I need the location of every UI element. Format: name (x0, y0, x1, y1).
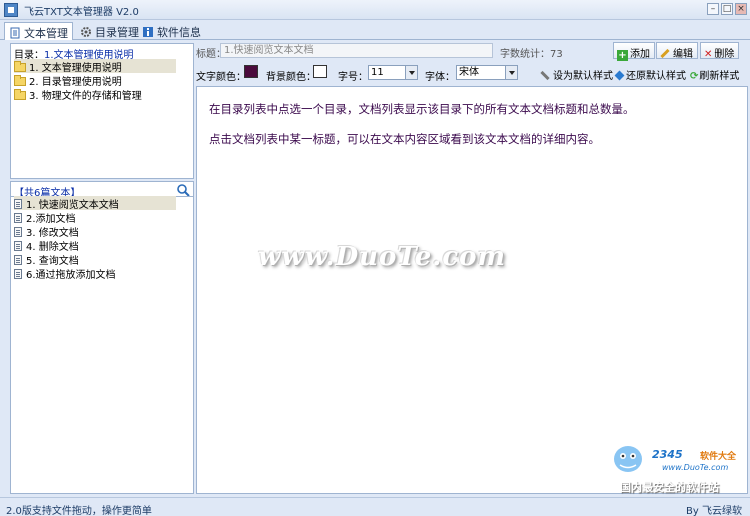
directory-item-label: 3. 物理文件的存储和管理 (29, 91, 142, 102)
bg-color-swatch[interactable] (313, 65, 327, 78)
duote-watermark: www.DuoTe.com (258, 242, 507, 272)
folder-icon (14, 89, 26, 100)
tab-text-management[interactable]: 文本管理 (4, 22, 73, 40)
font-size-select[interactable]: 11 (368, 65, 418, 80)
font-face-select[interactable]: 宋体 (456, 65, 518, 80)
edit-button[interactable]: 编辑 (656, 42, 698, 60)
restore-default-style-button[interactable]: 还原默认样式 (612, 64, 691, 82)
add-button[interactable]: + 添加 (613, 42, 655, 61)
add-label: 添加 (630, 49, 650, 60)
document-item[interactable]: 5. 查询文档 (14, 252, 79, 267)
text-color-label: 文字颜色： (196, 72, 246, 83)
wrench-icon (540, 70, 550, 81)
word-count: 字数统计：73 (500, 45, 563, 60)
text-file-icon (14, 241, 22, 251)
refresh-style-button[interactable]: ⟳刷新样式 (686, 64, 744, 82)
document-item[interactable]: 2.添加文档 (14, 210, 76, 225)
document-list-panel: 【共6篇文本】 1. 快速阅览文本文档 2.添加文档 3. 修改文档 4. 删除… (10, 181, 194, 494)
document-item[interactable]: 4. 删除文档 (14, 238, 79, 253)
text-content-area[interactable]: 在目录列表中点选一个目录，文档列表显示该目录下的所有文本文档标题和总数量。 点击… (196, 86, 748, 494)
text-file-icon (14, 255, 22, 265)
title-field[interactable]: 1.快速阅览文本文档 (220, 43, 493, 58)
diamond-icon (614, 70, 625, 81)
status-message: 2.0版支持文件拖动，操作更简单 (6, 506, 152, 516)
info-icon (143, 27, 153, 37)
delete-label: 删除 (714, 49, 735, 60)
document-item-label: 6.通过拖放添加文档 (26, 270, 116, 281)
search-icon[interactable] (176, 183, 190, 197)
directory-item[interactable]: 1. 文本管理使用说明 (14, 59, 176, 74)
text-file-icon (14, 227, 22, 237)
chevron-down-icon (405, 66, 417, 79)
refresh-icon: ⟳ (690, 71, 699, 82)
tab-software-info[interactable]: 软件信息 (138, 22, 205, 40)
content-paragraph: 点击文档列表中某一标题，可以在文本内容区域看到该文本文档的详细内容。 (209, 132, 600, 146)
tab-label: 目录管理 (95, 26, 139, 39)
pencil-icon (660, 48, 670, 59)
brand-number: 2345 (652, 448, 683, 461)
word-count-value: 73 (550, 49, 563, 60)
chevron-down-icon (505, 66, 517, 79)
content-paragraph: 在目录列表中点选一个目录，文档列表显示该目录下的所有文本文档标题和总数量。 (209, 102, 635, 116)
tab-directory-management[interactable]: 目录管理 (76, 22, 143, 40)
tab-label: 文本管理 (24, 27, 68, 40)
close-button[interactable]: × (735, 3, 747, 15)
delete-button[interactable]: ✕ 删除 (700, 42, 740, 60)
directory-panel: 目录：1.文本管理使用说明 1. 文本管理使用说明 2. 目录管理使用说明 3.… (10, 43, 194, 179)
set-default-label: 设为默认样式 (553, 71, 613, 82)
brand-suffix: 软件大全 (700, 452, 737, 462)
main-tab-bar: 文本管理 目录管理 软件信息 (0, 20, 750, 40)
brand-url: www.DuoTe.com (662, 463, 729, 472)
folder-icon (14, 61, 26, 72)
text-color-swatch[interactable] (244, 65, 258, 78)
directory-item[interactable]: 3. 物理文件的存储和管理 (14, 87, 142, 102)
status-bar: 2.0版支持文件拖动，操作更简单 By 飞云绿软 (0, 497, 750, 516)
font-size-label: 字号： (338, 72, 368, 83)
bg-color-label: 背景颜色： (266, 72, 316, 83)
brand-slogan: 国内最安全的软件站 (620, 481, 719, 494)
set-default-style-button[interactable]: 设为默认样式 (536, 64, 618, 82)
text-file-icon (14, 199, 22, 209)
document-icon (10, 27, 20, 39)
document-item[interactable]: 1. 快速阅览文本文档 (14, 196, 176, 211)
directory-item[interactable]: 2. 目录管理使用说明 (14, 73, 122, 88)
delete-icon: ✕ (704, 49, 713, 60)
document-item[interactable]: 6.通过拖放添加文档 (14, 266, 116, 281)
document-item[interactable]: 3. 修改文档 (14, 224, 79, 239)
app-icon (4, 3, 18, 17)
font-face-value: 宋体 (459, 67, 479, 78)
status-credit: By 飞云绿软 (686, 506, 742, 516)
text-file-icon (14, 213, 22, 223)
maximize-button[interactable]: □ (721, 3, 733, 15)
restore-default-label: 还原默认样式 (626, 71, 686, 82)
gear-icon (81, 27, 91, 37)
word-count-label: 字数统计： (500, 49, 550, 60)
font-size-value: 11 (371, 67, 384, 78)
title-bar: 飞云TXT文本管理器 V2.0 – □ × (0, 0, 750, 20)
refresh-label: 刷新样式 (699, 71, 740, 82)
font-face-label: 字体： (425, 72, 455, 83)
text-file-icon (14, 269, 22, 279)
window-title: 飞云TXT文本管理器 V2.0 (24, 7, 139, 18)
add-icon: + (617, 50, 628, 61)
minimize-button[interactable]: – (707, 3, 719, 15)
edit-label: 编辑 (673, 49, 693, 60)
tab-label: 软件信息 (157, 26, 201, 39)
folder-icon (14, 75, 26, 86)
